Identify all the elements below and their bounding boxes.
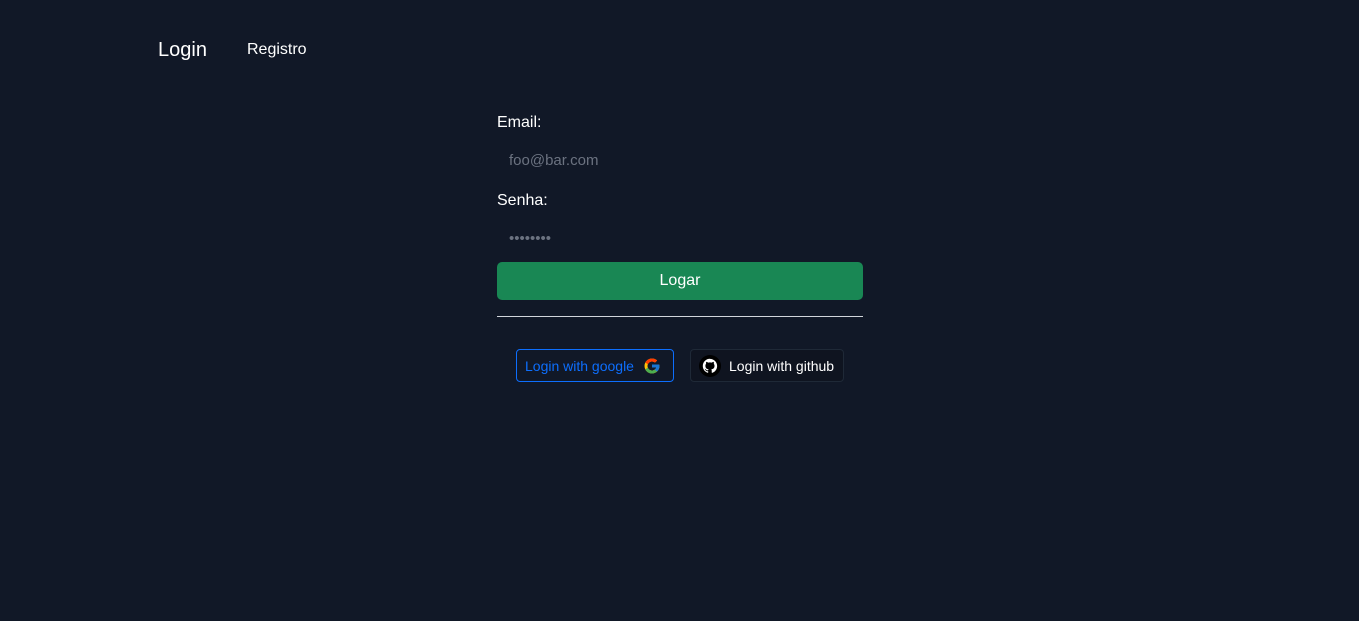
social-login-row: Login with google Login with github <box>497 349 863 382</box>
divider <box>497 316 863 317</box>
github-button-label: Login with github <box>729 357 835 374</box>
nav-register-link[interactable]: Registro <box>247 41 307 59</box>
password-label: Senha: <box>497 192 548 209</box>
login-form: Email: Senha: Logar Login with google <box>497 112 863 382</box>
login-with-github-button[interactable]: Login with github <box>690 349 844 382</box>
login-submit-button[interactable]: Logar <box>497 262 863 300</box>
email-label: Email: <box>497 114 542 131</box>
nav-login-link[interactable]: Login <box>158 39 207 62</box>
password-field[interactable] <box>497 218 863 258</box>
top-nav: Login Registro <box>0 0 1359 100</box>
login-with-google-button[interactable]: Login with google <box>516 349 674 382</box>
github-icon <box>699 354 721 377</box>
google-icon <box>643 357 661 375</box>
email-field[interactable] <box>497 140 863 180</box>
google-button-label: Login with google <box>525 357 634 374</box>
